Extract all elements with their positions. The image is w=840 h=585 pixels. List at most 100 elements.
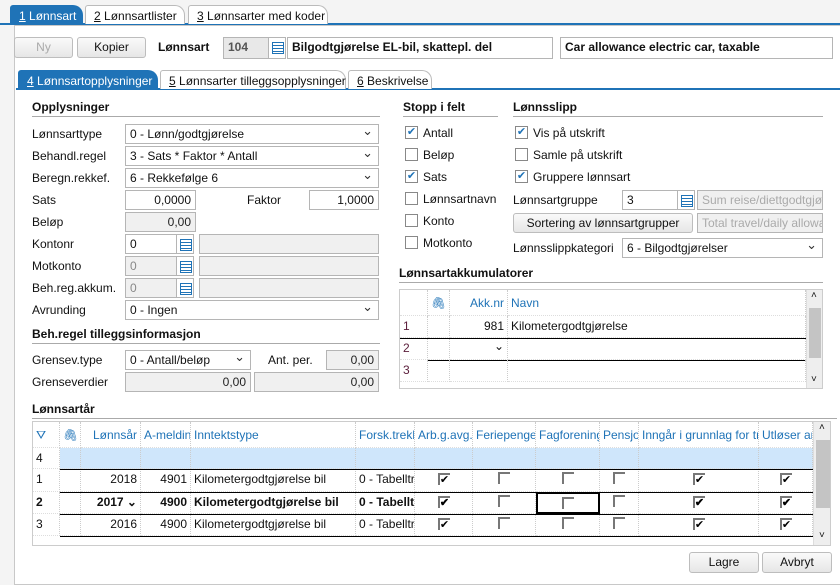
grid-cell[interactable] — [428, 338, 450, 360]
tab-lonnsartlister[interactable]: 2 Lønnsartlister — [85, 5, 185, 24]
checkbox-icon[interactable] — [498, 472, 510, 484]
group-input[interactable]: 3 — [622, 190, 679, 210]
grid-checkbox[interactable]: ✔ — [639, 469, 759, 492]
grid-checkbox[interactable] — [639, 448, 759, 469]
column-header[interactable]: Navn — [508, 290, 806, 316]
checkbox-icon[interactable]: ✔ — [779, 496, 792, 509]
copy-button[interactable]: Kopier — [77, 37, 146, 58]
column-header[interactable]: Utløser ar — [759, 422, 813, 448]
checkbox-icon[interactable]: ✔ — [779, 473, 792, 486]
scrollbar[interactable]: ˄ ˅ — [806, 290, 822, 388]
grid-cell[interactable]: Kilometergodtgjørelse — [508, 316, 806, 338]
grid-cell[interactable]: 2 — [33, 492, 60, 514]
grid-cell[interactable]: 4 — [33, 448, 60, 469]
grid-cell[interactable] — [428, 316, 450, 338]
attachment-icon[interactable]: 🖇 — [60, 422, 81, 448]
rule-select[interactable]: 3 - Sats * Faktor * Antall — [125, 146, 379, 166]
grid-cell[interactable]: 4901 — [141, 469, 191, 492]
factor-input[interactable]: 1,0000 — [309, 190, 379, 210]
sort-groups-button[interactable]: Sortering av lønnsartgrupper — [513, 213, 693, 233]
checkbox-icon[interactable] — [562, 497, 574, 509]
scrollbar-thumb[interactable] — [816, 440, 830, 508]
account-input[interactable]: 0 — [125, 234, 177, 254]
grid-checkbox[interactable] — [536, 492, 600, 514]
rate-input[interactable]: 0,0000 — [125, 190, 196, 210]
grid-checkbox[interactable] — [759, 448, 813, 469]
grid-cell[interactable] — [508, 360, 806, 382]
grid-cell[interactable]: 1 — [33, 469, 60, 492]
scroll-up-icon[interactable]: ˄ — [819, 422, 825, 433]
grid-checkbox[interactable] — [415, 448, 473, 469]
list-lookup-icon[interactable] — [176, 278, 194, 298]
checkbox-icon[interactable] — [613, 495, 625, 507]
column-header[interactable]: Lønnsår — [81, 422, 141, 448]
grid-checkbox[interactable] — [600, 514, 639, 536]
column-header[interactable]: Feriepenger — [473, 422, 536, 448]
checkbox-icon[interactable]: ✔ — [692, 473, 705, 486]
payslip-checkbox-0[interactable]: ✔ — [515, 126, 528, 139]
limit1-input[interactable]: 0,00 — [125, 372, 251, 392]
checkbox-icon[interactable]: ✔ — [692, 518, 705, 531]
cancel-button[interactable]: Avbryt — [762, 552, 832, 573]
grid-checkbox[interactable] — [600, 469, 639, 492]
grid-checkbox[interactable]: ✔ — [639, 514, 759, 536]
grid-cell[interactable] — [60, 448, 81, 469]
grid-checkbox[interactable] — [473, 469, 536, 492]
grid-checkbox[interactable]: ✔ — [759, 514, 813, 536]
filter-icon[interactable]: ⛛ — [33, 422, 60, 448]
grid-cell[interactable]: Kilometergodtgjørelse bil — [191, 492, 356, 514]
lonnsart-name-en-input[interactable]: Car allowance electric car, taxable — [560, 37, 833, 59]
chevron-down-icon[interactable]: ⌄ — [494, 339, 504, 353]
grid-cell[interactable] — [60, 469, 81, 492]
checkbox-icon[interactable]: ✔ — [437, 518, 450, 531]
grid-cell[interactable]: 0 - Tabelltre — [356, 469, 415, 492]
list-lookup-icon[interactable] — [677, 190, 695, 210]
column-header[interactable]: Arb.g.avg. — [415, 422, 473, 448]
column-header[interactable]: Pensjo — [600, 422, 639, 448]
grid-checkbox[interactable] — [600, 492, 639, 514]
grid-checkbox[interactable] — [473, 514, 536, 536]
grid-checkbox[interactable]: ✔ — [415, 492, 473, 514]
scroll-up-icon[interactable]: ˄ — [811, 290, 817, 301]
per-input[interactable]: 0,00 — [326, 350, 379, 370]
grid-cell[interactable]: 2018 — [81, 469, 141, 492]
order-select[interactable]: 6 - Rekkefølge 6 — [125, 168, 379, 188]
column-header[interactable]: Inngår i grunnlag for trek — [639, 422, 759, 448]
tab-tilleggsopplysninger[interactable]: 5 Lønnsarter tilleggsopplysninger — [160, 70, 346, 89]
grid-cell[interactable]: 3 — [33, 514, 60, 536]
grid-checkbox[interactable] — [600, 448, 639, 469]
grid-cell[interactable]: 2017 ⌄ — [81, 492, 141, 514]
grid-checkbox[interactable]: ✔ — [759, 492, 813, 514]
grid-cell[interactable] — [141, 448, 191, 469]
amount-input[interactable]: 0,00 — [125, 212, 196, 232]
grid-cell[interactable] — [191, 448, 356, 469]
grid-cell[interactable]: 981 — [450, 316, 508, 338]
grid-cell[interactable]: Kilometergodtgjørelse bil — [191, 469, 356, 492]
counter-input[interactable]: 0 — [125, 256, 177, 276]
new-button[interactable]: Ny — [14, 37, 73, 58]
tab-lonnsartopplysninger[interactable]: 4 Lønnsartopplysninger — [18, 70, 158, 89]
grid-cell[interactable] — [60, 492, 81, 514]
checkbox-icon[interactable] — [561, 472, 574, 484]
grid-cell[interactable] — [60, 514, 81, 536]
stop-checkbox-1[interactable] — [405, 148, 418, 161]
checkbox-icon[interactable]: ✔ — [692, 496, 705, 509]
grid-checkbox[interactable]: ✔ — [415, 469, 473, 492]
checkbox-icon[interactable]: ✔ — [437, 473, 450, 486]
grid-checkbox[interactable] — [473, 492, 536, 514]
grid-cell[interactable]: 3 — [400, 360, 428, 382]
grid-checkbox[interactable] — [536, 448, 600, 469]
grid-cell[interactable] — [508, 338, 806, 360]
grid-cell[interactable]: 2016 — [81, 514, 141, 536]
scrollbar-thumb[interactable] — [809, 308, 821, 358]
limit2-input[interactable]: 0,00 — [254, 372, 379, 392]
payslip-checkbox-2[interactable]: ✔ — [515, 170, 528, 183]
stop-checkbox-4[interactable] — [405, 214, 418, 227]
list-lookup-icon[interactable] — [176, 234, 194, 254]
checkbox-icon[interactable]: ✔ — [779, 518, 792, 531]
grid-cell[interactable] — [356, 448, 415, 469]
column-header[interactable]: Forsk.trekk — [356, 422, 415, 448]
stop-checkbox-5[interactable] — [405, 236, 418, 249]
scroll-down-icon[interactable]: ˅ — [819, 530, 825, 541]
stop-checkbox-0[interactable]: ✔ — [405, 126, 418, 139]
